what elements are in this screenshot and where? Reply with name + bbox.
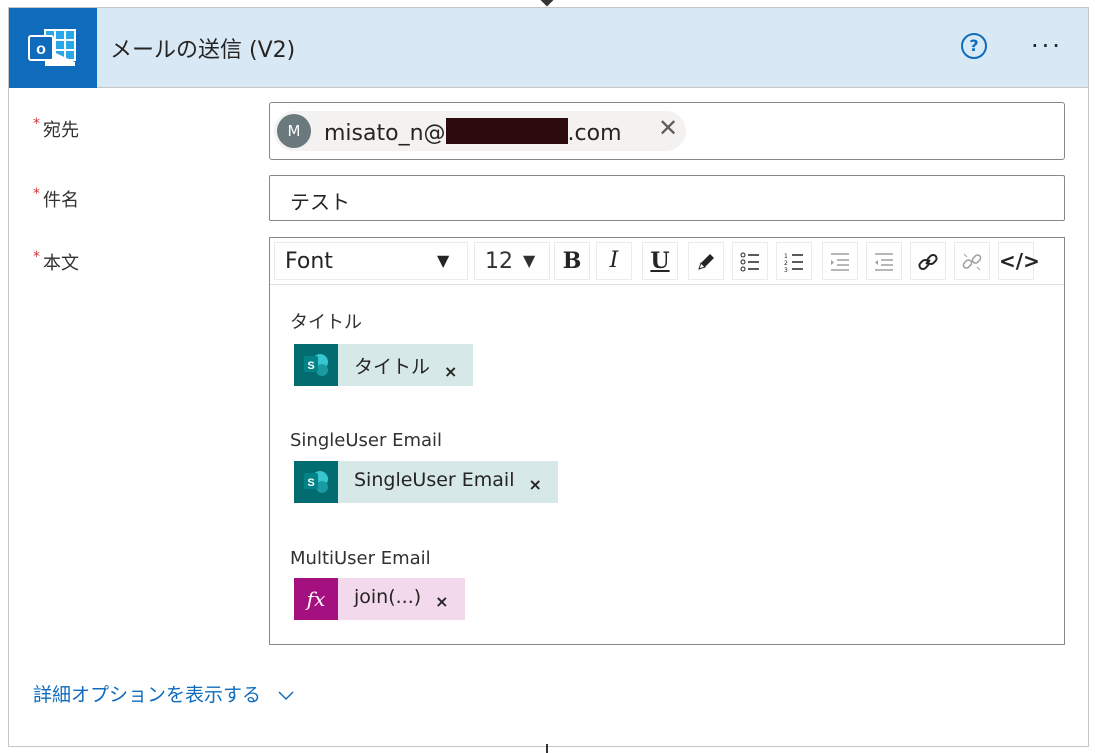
bullet-list-icon[interactable] — [732, 242, 768, 280]
action-card: o メールの送信 (V2) ? ··· * 宛先 M misato_n@ .com … — [8, 7, 1089, 747]
required-mark: * — [33, 186, 40, 202]
recipient-token[interactable]: M misato_n@ .com ✕ — [274, 111, 686, 151]
unlink-icon[interactable] — [954, 242, 990, 280]
remove-token-icon[interactable]: × — [528, 475, 541, 494]
svg-text:1: 1 — [784, 253, 788, 260]
body-label: * 本文 — [33, 249, 79, 275]
font-size-select[interactable]: 12 ▼ — [474, 242, 550, 280]
sharepoint-icon: S — [294, 461, 338, 503]
required-mark: * — [33, 249, 40, 265]
body-text-line: SingleUser Email — [290, 430, 443, 451]
remove-token-icon[interactable]: × — [435, 592, 448, 611]
sharepoint-icon: S — [294, 344, 338, 386]
remove-recipient-icon[interactable]: ✕ — [658, 114, 678, 142]
help-icon[interactable]: ? — [961, 33, 987, 59]
svg-text:o: o — [36, 41, 46, 58]
rich-text-toolbar: Font ▼ 12 ▼ B I U 123 </> — [270, 238, 1064, 285]
flow-connector-arrow — [538, 0, 556, 7]
body-editor[interactable]: Font ▼ 12 ▼ B I U 123 </> タイトル S タイトル × … — [269, 237, 1065, 645]
font-size-label: 12 — [485, 249, 513, 274]
chevron-down-icon — [278, 690, 294, 700]
indent-increase-icon[interactable] — [866, 242, 902, 280]
email-prefix: misato_n@ — [324, 121, 446, 146]
numbered-list-icon[interactable]: 123 — [776, 242, 812, 280]
token-text: タイトル — [354, 356, 431, 378]
token-label: タイトル × — [338, 344, 474, 386]
to-label: * 宛先 — [33, 116, 79, 142]
font-select[interactable]: Font ▼ — [274, 242, 468, 280]
subject-label-text: 件名 — [43, 190, 79, 211]
caret-down-icon: ▼ — [523, 251, 536, 270]
to-label-text: 宛先 — [43, 120, 79, 141]
token-text: SingleUser Email — [354, 469, 515, 491]
pen-icon[interactable] — [688, 242, 724, 280]
body-text-line: タイトル — [290, 312, 362, 333]
bold-button[interactable]: B — [554, 242, 590, 280]
svg-text:S: S — [307, 360, 314, 372]
remove-token-icon[interactable]: × — [444, 362, 457, 381]
link-icon[interactable] — [910, 242, 946, 280]
code-view-icon[interactable]: </> — [998, 242, 1040, 280]
recipient-email: misato_n@ .com — [324, 118, 622, 146]
subject-input[interactable]: テスト — [269, 175, 1065, 221]
token-label: SingleUser Email × — [338, 461, 558, 503]
function-icon: fx — [294, 578, 338, 620]
advanced-options-label: 詳細オプションを表示する — [33, 684, 262, 706]
email-suffix: .com — [567, 121, 622, 146]
italic-button[interactable]: I — [596, 242, 632, 280]
caret-down-icon: ▼ — [437, 251, 450, 270]
token-label: join(...) × — [338, 578, 465, 620]
action-title: メールの送信 (V2) — [110, 38, 296, 63]
avatar: M — [277, 114, 311, 148]
redaction-block — [445, 118, 568, 144]
more-options-icon[interactable]: ··· — [1031, 31, 1063, 61]
indent-decrease-icon[interactable] — [822, 242, 858, 280]
action-header[interactable]: o メールの送信 (V2) ? ··· — [9, 8, 1088, 88]
show-advanced-options-link[interactable]: 詳細オプションを表示する — [33, 680, 295, 707]
svg-text:3: 3 — [784, 267, 788, 273]
required-mark: * — [33, 116, 40, 132]
svg-text:S: S — [307, 477, 314, 489]
font-select-label: Font — [285, 249, 333, 274]
outlook-icon: o — [9, 8, 97, 88]
flow-connector-line — [546, 744, 548, 753]
token-text: join(...) — [354, 586, 422, 608]
body-label-text: 本文 — [43, 253, 79, 274]
to-field[interactable]: M misato_n@ .com ✕ — [269, 102, 1065, 160]
subject-label: * 件名 — [33, 186, 79, 212]
body-text-line: MultiUser Email — [290, 548, 431, 569]
underline-button[interactable]: U — [642, 242, 678, 280]
svg-text:2: 2 — [784, 260, 788, 267]
